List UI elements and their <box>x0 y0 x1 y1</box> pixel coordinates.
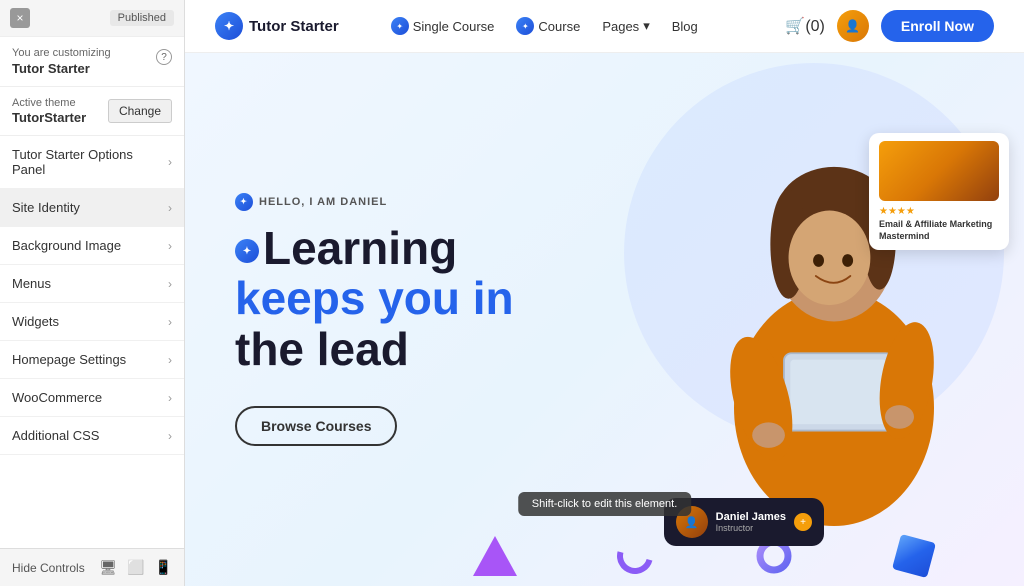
menu-item-label: Additional CSS <box>12 428 99 443</box>
menu-item-label: Widgets <box>12 314 59 329</box>
close-button[interactable]: × <box>10 8 30 28</box>
help-icon[interactable]: ? <box>156 49 172 65</box>
preview-area: ✦ Tutor Starter ✦ Single Course ✦ Course… <box>185 0 1024 586</box>
customizer-menu: Tutor Starter Options Panel › Site Ident… <box>0 136 184 548</box>
hero-title-line3: the lead <box>235 324 514 375</box>
shape-cube <box>889 531 939 581</box>
menu-item-label: Tutor Starter Options Panel <box>12 147 168 177</box>
menu-item-label: Menus <box>12 276 51 291</box>
hero-title: ✦Learning keeps you in the lead <box>235 223 514 375</box>
hero-title-line1: Learning <box>263 222 457 274</box>
published-badge: Published <box>110 10 174 26</box>
site-navbar: ✦ Tutor Starter ✦ Single Course ✦ Course… <box>185 0 1024 53</box>
theme-label: Active theme <box>12 97 86 109</box>
device-icons: 🖥 ⬜ 📱 <box>99 559 172 576</box>
cart-icon[interactable]: 🛒(0) <box>785 16 824 36</box>
dropdown-icon: ▾ <box>643 18 650 34</box>
site-logo[interactable]: ✦ Tutor Starter <box>215 12 339 40</box>
menu-item-label: Background Image <box>12 238 121 253</box>
nav-right: 🛒(0) 👤 Enroll Now <box>785 10 994 42</box>
customizing-label: You are customizing <box>12 47 111 59</box>
nav-link-pages[interactable]: Pages ▾ <box>594 14 657 38</box>
instructor-badge-icon: + <box>794 513 812 531</box>
nav-link-icon: ✦ <box>391 17 409 35</box>
nav-link-label: Course <box>538 19 580 34</box>
nav-link-label: Single Course <box>413 19 495 34</box>
hero-subtitle-icon: ✦ <box>235 193 253 211</box>
chevron-right-icon: › <box>168 429 172 443</box>
menu-item-widgets[interactable]: Widgets › <box>0 303 184 341</box>
chevron-right-icon: › <box>168 239 172 253</box>
enroll-now-button[interactable]: Enroll Now <box>881 10 994 42</box>
customizing-name: Tutor Starter <box>12 61 111 76</box>
menu-item-label: Homepage Settings <box>12 352 126 367</box>
hero-title-line2: keeps you in <box>235 273 514 324</box>
change-theme-button[interactable]: Change <box>108 99 172 123</box>
nav-link-single-course[interactable]: ✦ Single Course <box>383 13 503 39</box>
menu-item-site-identity[interactable]: Site Identity › <box>0 189 184 227</box>
panel-header: × Published <box>0 0 184 37</box>
chevron-right-icon: › <box>168 315 172 329</box>
logo-text: Tutor Starter <box>249 18 339 35</box>
course-card: ★★★★ Email & Affiliate Marketing Masterm… <box>869 133 1009 250</box>
instructor-name: Daniel James <box>716 511 786 523</box>
cart-count: (0) <box>805 18 825 35</box>
theme-section: Active theme TutorStarter Change <box>0 87 184 136</box>
hide-controls-button[interactable]: Hide Controls <box>12 561 85 575</box>
edit-tooltip: Shift-click to edit this element. <box>518 492 692 516</box>
nav-links: ✦ Single Course ✦ Course Pages ▾ Blog <box>383 13 706 39</box>
instructor-role: Instructor <box>716 523 786 533</box>
nav-link-blog[interactable]: Blog <box>664 15 706 38</box>
desktop-icon[interactable]: 🖥 <box>99 559 117 576</box>
menu-item-menus[interactable]: Menus › <box>0 265 184 303</box>
course-card-title: Email & Affiliate Marketing Mastermind <box>879 219 999 242</box>
menu-item-tutor-options[interactable]: Tutor Starter Options Panel › <box>0 136 184 189</box>
hero-subtitle-text: HELLO, I AM DANIEL <box>259 196 387 208</box>
menu-item-woocommerce[interactable]: WooCommerce › <box>0 379 184 417</box>
chevron-right-icon: › <box>168 353 172 367</box>
chevron-right-icon: › <box>168 391 172 405</box>
menu-item-additional-css[interactable]: Additional CSS › <box>0 417 184 455</box>
chevron-right-icon: › <box>168 277 172 291</box>
shape-hook <box>610 531 660 581</box>
menu-item-background-image[interactable]: Background Image › <box>0 227 184 265</box>
hero-title-icon: ✦ <box>235 239 259 263</box>
mobile-icon[interactable]: 📱 <box>155 559 172 576</box>
chevron-right-icon: › <box>168 201 172 215</box>
browse-courses-button[interactable]: Browse Courses <box>235 406 397 446</box>
chevron-right-icon: › <box>168 155 172 169</box>
shape-triangle <box>470 531 520 581</box>
menu-item-label: WooCommerce <box>12 390 102 405</box>
nav-link-icon: ✦ <box>516 17 534 35</box>
hero-content: ✦ HELLO, I AM DANIEL ✦Learning keeps you… <box>185 163 564 477</box>
nav-link-label: Blog <box>672 19 698 34</box>
hero-subtitle: ✦ HELLO, I AM DANIEL <box>235 193 514 211</box>
hero-section: ✦ HELLO, I AM DANIEL ✦Learning keeps you… <box>185 53 1024 586</box>
nav-link-label: Pages <box>602 19 639 34</box>
menu-item-homepage-settings[interactable]: Homepage Settings › <box>0 341 184 379</box>
tablet-icon[interactable]: ⬜ <box>127 559 144 576</box>
course-card-stars: ★★★★ <box>879 206 999 217</box>
course-card-image <box>879 141 999 201</box>
theme-name: TutorStarter <box>12 110 86 125</box>
avatar[interactable]: 👤 <box>837 10 869 42</box>
customizing-section: You are customizing Tutor Starter ? <box>0 37 184 87</box>
logo-icon: ✦ <box>215 12 243 40</box>
customizer-panel: × Published You are customizing Tutor St… <box>0 0 185 586</box>
instructor-info: Daniel James Instructor <box>716 511 786 533</box>
menu-item-label: Site Identity <box>12 200 80 215</box>
panel-footer: Hide Controls 🖥 ⬜ 📱 <box>0 548 184 586</box>
nav-link-course[interactable]: ✦ Course <box>508 13 588 39</box>
